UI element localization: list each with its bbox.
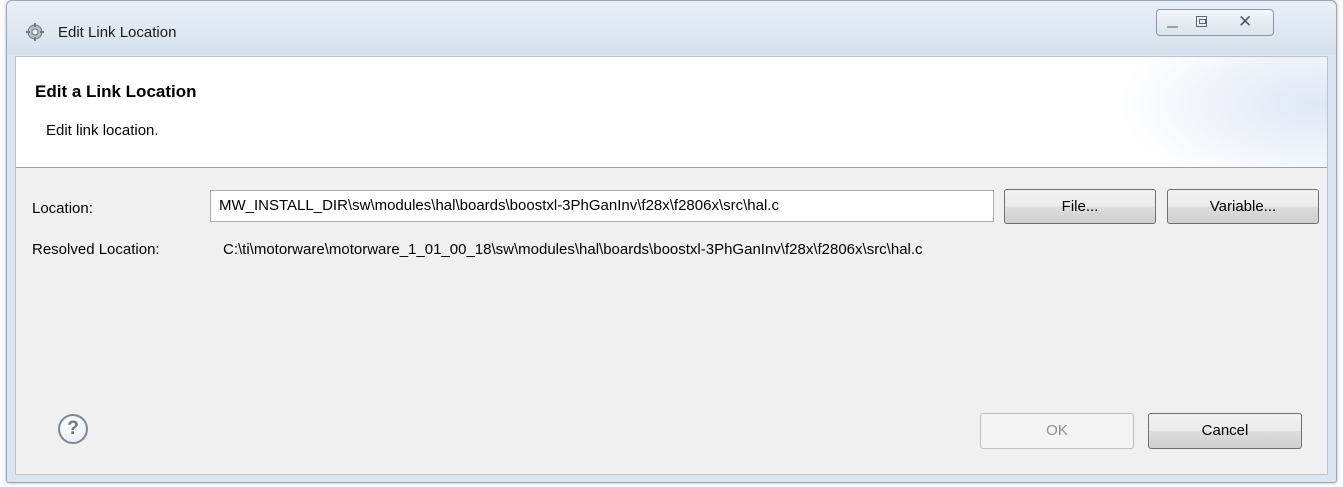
resolved-location-label: Resolved Location: — [32, 241, 160, 258]
file-button[interactable]: File... — [1004, 189, 1156, 224]
dialog-heading: Edit a Link Location — [35, 82, 197, 101]
minimize-icon — [1167, 26, 1178, 28]
variable-button[interactable]: Variable... — [1167, 189, 1319, 224]
dialog-description: Edit link location. — [46, 122, 159, 139]
ok-button[interactable]: OK — [980, 413, 1134, 449]
cancel-button[interactable]: Cancel — [1148, 413, 1302, 449]
minimize-button[interactable] — [1156, 9, 1188, 36]
close-button[interactable]: ✕ — [1218, 9, 1274, 36]
edit-link-location-dialog: Edit Link Location ✕ Edit a Link Locatio… — [6, 0, 1337, 483]
maximize-icon — [1196, 16, 1207, 27]
maximize-button[interactable] — [1187, 9, 1219, 36]
title-bar[interactable]: Edit Link Location ✕ — [7, 1, 1336, 55]
resolved-location-value: C:\ti\motorware\motorware_1_01_00_18\sw\… — [223, 241, 923, 258]
location-label: Location: — [32, 200, 93, 217]
help-icon[interactable]: ? — [58, 414, 88, 444]
title-area-banner: Edit a Link Location Edit link location. — [16, 57, 1327, 168]
window-title: Edit Link Location — [58, 24, 177, 41]
dialog-body: Edit a Link Location Edit link location.… — [15, 56, 1328, 475]
app-gear-icon — [26, 23, 44, 41]
location-input[interactable]: MW_INSTALL_DIR\sw\modules\hal\boards\boo… — [210, 190, 994, 222]
banner-decoration — [1117, 57, 1327, 167]
close-icon: ✕ — [1238, 12, 1253, 31]
